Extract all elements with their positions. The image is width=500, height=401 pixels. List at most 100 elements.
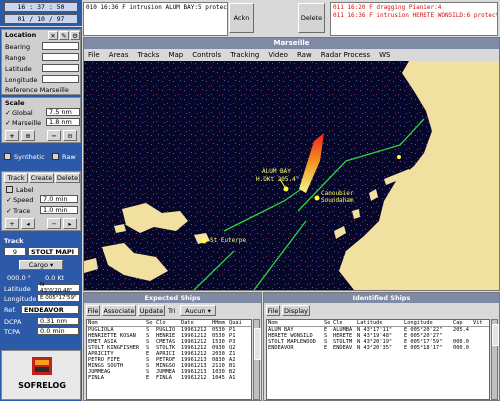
- identified-file-button[interactable]: File: [266, 305, 280, 316]
- map-title: Marseille: [84, 38, 499, 49]
- location-tool-icon[interactable]: ⚙: [70, 31, 80, 40]
- map-menubar: File Areas Tracks Map Controls Tracking …: [84, 49, 499, 61]
- menu-map[interactable]: Map: [168, 51, 183, 59]
- expected-scrollbar[interactable]: [253, 319, 261, 400]
- bearing-field[interactable]: [42, 42, 79, 50]
- expected-file-button[interactable]: File: [86, 305, 100, 316]
- menu-tracks[interactable]: Tracks: [137, 51, 159, 59]
- label-checkbox[interactable]: [6, 186, 13, 193]
- table-cell: ENDEAVOR: [268, 345, 294, 351]
- menu-video[interactable]: Video: [268, 51, 288, 59]
- zoom-in-icon-button[interactable]: ⊕: [21, 130, 35, 141]
- radar-map[interactable]: ALUM BAY H.OKt 205.4° Canoubier Soundaha…: [84, 61, 499, 290]
- zoom-in-button[interactable]: +: [5, 130, 19, 141]
- track-speed: 0.0 Kt: [45, 274, 65, 282]
- ship-marker-canoubier[interactable]: [314, 195, 320, 201]
- track-number-field[interactable]: 9: [4, 247, 26, 256]
- track-name-field[interactable]: STOLT MAPI: [28, 247, 79, 256]
- marseille-check-icon[interactable]: ✓: [5, 119, 11, 127]
- track-type-select[interactable]: Cargo ▾: [19, 260, 63, 270]
- table-cell: E: [324, 345, 328, 351]
- logo-panel: SOFRELOG: [1, 350, 81, 400]
- label-alum-bay: ALUM BAY: [262, 168, 291, 175]
- ack-button[interactable]: Ackn: [229, 3, 254, 33]
- global-scale-field[interactable]: 7.5 nm: [46, 108, 80, 116]
- radar-map-canvas[interactable]: ALUM BAY H.OKt 205.4° Canoubier Soundaha…: [84, 61, 499, 290]
- speed-field[interactable]: 7.0 min: [40, 195, 78, 203]
- col-cap: Cap: [453, 320, 463, 326]
- alert-list-left[interactable]: 010 16:36 F intrusion ALUM BAY:5 protect…: [83, 2, 228, 36]
- raw-checkbox[interactable]: [52, 153, 59, 160]
- global-check-icon[interactable]: ✓: [5, 109, 11, 117]
- menu-ws[interactable]: WS: [379, 51, 390, 59]
- sort-select[interactable]: Aucun ▾: [180, 305, 216, 316]
- table-row[interactable]: FINLA E FINLA 19961212 1045 A1: [87, 375, 251, 381]
- range-label: Range: [5, 54, 26, 62]
- track-minus-button[interactable]: −: [47, 218, 61, 229]
- label-canoubier: Canoubier: [321, 190, 354, 197]
- scroll-thumb[interactable]: [492, 324, 499, 346]
- display-toggles: Synthetic Raw: [1, 150, 81, 164]
- zoom-out-button[interactable]: −: [47, 130, 61, 141]
- menu-radar-process[interactable]: Radar Process: [321, 51, 370, 59]
- menu-raw[interactable]: Raw: [297, 51, 312, 59]
- track-button[interactable]: Track: [4, 173, 28, 183]
- track-next-button[interactable]: ▸: [63, 218, 77, 229]
- identified-title: Identified Ships: [264, 293, 499, 303]
- delete-track-button[interactable]: Delete: [55, 173, 80, 183]
- menu-areas[interactable]: Areas: [109, 51, 129, 59]
- track-heading: 000.0 °: [7, 274, 31, 282]
- alert-item[interactable]: 010 16:36 F intrusion ALUM BAY:5 protect…: [84, 3, 227, 12]
- ship-marker-euterpe[interactable]: [201, 238, 207, 244]
- expected-title: Expected Ships: [84, 293, 261, 303]
- speed-check-icon[interactable]: ✓: [6, 196, 12, 204]
- associate-button[interactable]: Associate: [102, 305, 136, 316]
- delete-alert-button[interactable]: Delete: [298, 3, 325, 33]
- col-nom: Nom: [88, 320, 98, 326]
- table-cell: 19961212: [181, 375, 207, 381]
- location-close-button[interactable]: ✕: [48, 31, 58, 40]
- alert-item[interactable]: 011 16:36 F intrusion HERETE WONSILD:6 p…: [331, 12, 497, 19]
- alert-list-right[interactable]: 011 16:20 F dragging Pianier:4 011 16:36…: [330, 2, 498, 36]
- table-cell: E 005²18'17": [404, 345, 443, 351]
- tcpa-field: 0.0 min: [37, 327, 79, 335]
- menu-controls[interactable]: Controls: [192, 51, 221, 59]
- track-plus-button[interactable]: +: [5, 218, 19, 229]
- track-ref-field[interactable]: ENDEAVOR: [21, 305, 79, 314]
- table-cell: FINLA: [156, 375, 172, 381]
- synthetic-label: Synthetic: [14, 153, 45, 161]
- menu-file[interactable]: File: [88, 51, 100, 59]
- track-longitude-field: E 005°17'59": [37, 294, 80, 302]
- trace-label: Trace: [13, 207, 31, 215]
- label-euterpe: St Euterpe: [210, 237, 247, 244]
- ship-marker-harbour[interactable]: [397, 155, 401, 159]
- identified-scrollbar[interactable]: [491, 319, 499, 400]
- table-cell: E: [146, 375, 150, 381]
- zoom-out-icon-button[interactable]: ⊖: [63, 130, 77, 141]
- scale-title: Scale: [5, 99, 25, 107]
- track-prev-button[interactable]: ◂: [21, 218, 35, 229]
- col-latitude: Latitude: [357, 320, 383, 326]
- display-button[interactable]: Display: [282, 305, 310, 316]
- table-cell: [473, 345, 485, 351]
- create-track-button[interactable]: Create: [29, 173, 54, 183]
- expected-ships-window: Expected Ships File Associate Update Tri…: [83, 292, 262, 401]
- latitude-field[interactable]: [42, 64, 79, 72]
- menu-tracking[interactable]: Tracking: [230, 51, 259, 59]
- longitude-field[interactable]: [42, 75, 79, 83]
- identified-ships-window: Identified Ships File Display Nom Se Cle…: [263, 292, 500, 401]
- table-row[interactable]: ENDEAVOR E ENDEAV N 43²20'35" E 005²18'17" 00…: [267, 345, 489, 351]
- location-pick-icon[interactable]: ✎: [59, 31, 69, 40]
- alert-item[interactable]: 011 16:20 F dragging Pianier:4: [331, 3, 497, 12]
- label-alum-bay-info: H.OKt 205.4°: [256, 176, 299, 183]
- col-clo: Clo: [156, 320, 166, 326]
- scroll-thumb[interactable]: [254, 328, 261, 360]
- track-longitude-label: Longitude: [4, 295, 37, 303]
- trace-field[interactable]: 1.0 min: [40, 206, 78, 214]
- range-field[interactable]: [42, 53, 79, 61]
- table-cell: 000.0: [453, 345, 469, 351]
- trace-check-icon[interactable]: ✓: [6, 207, 12, 215]
- update-button[interactable]: Update: [138, 305, 165, 316]
- marseille-scale-field[interactable]: 1.8 nm: [46, 118, 80, 126]
- synthetic-checkbox[interactable]: [4, 153, 11, 160]
